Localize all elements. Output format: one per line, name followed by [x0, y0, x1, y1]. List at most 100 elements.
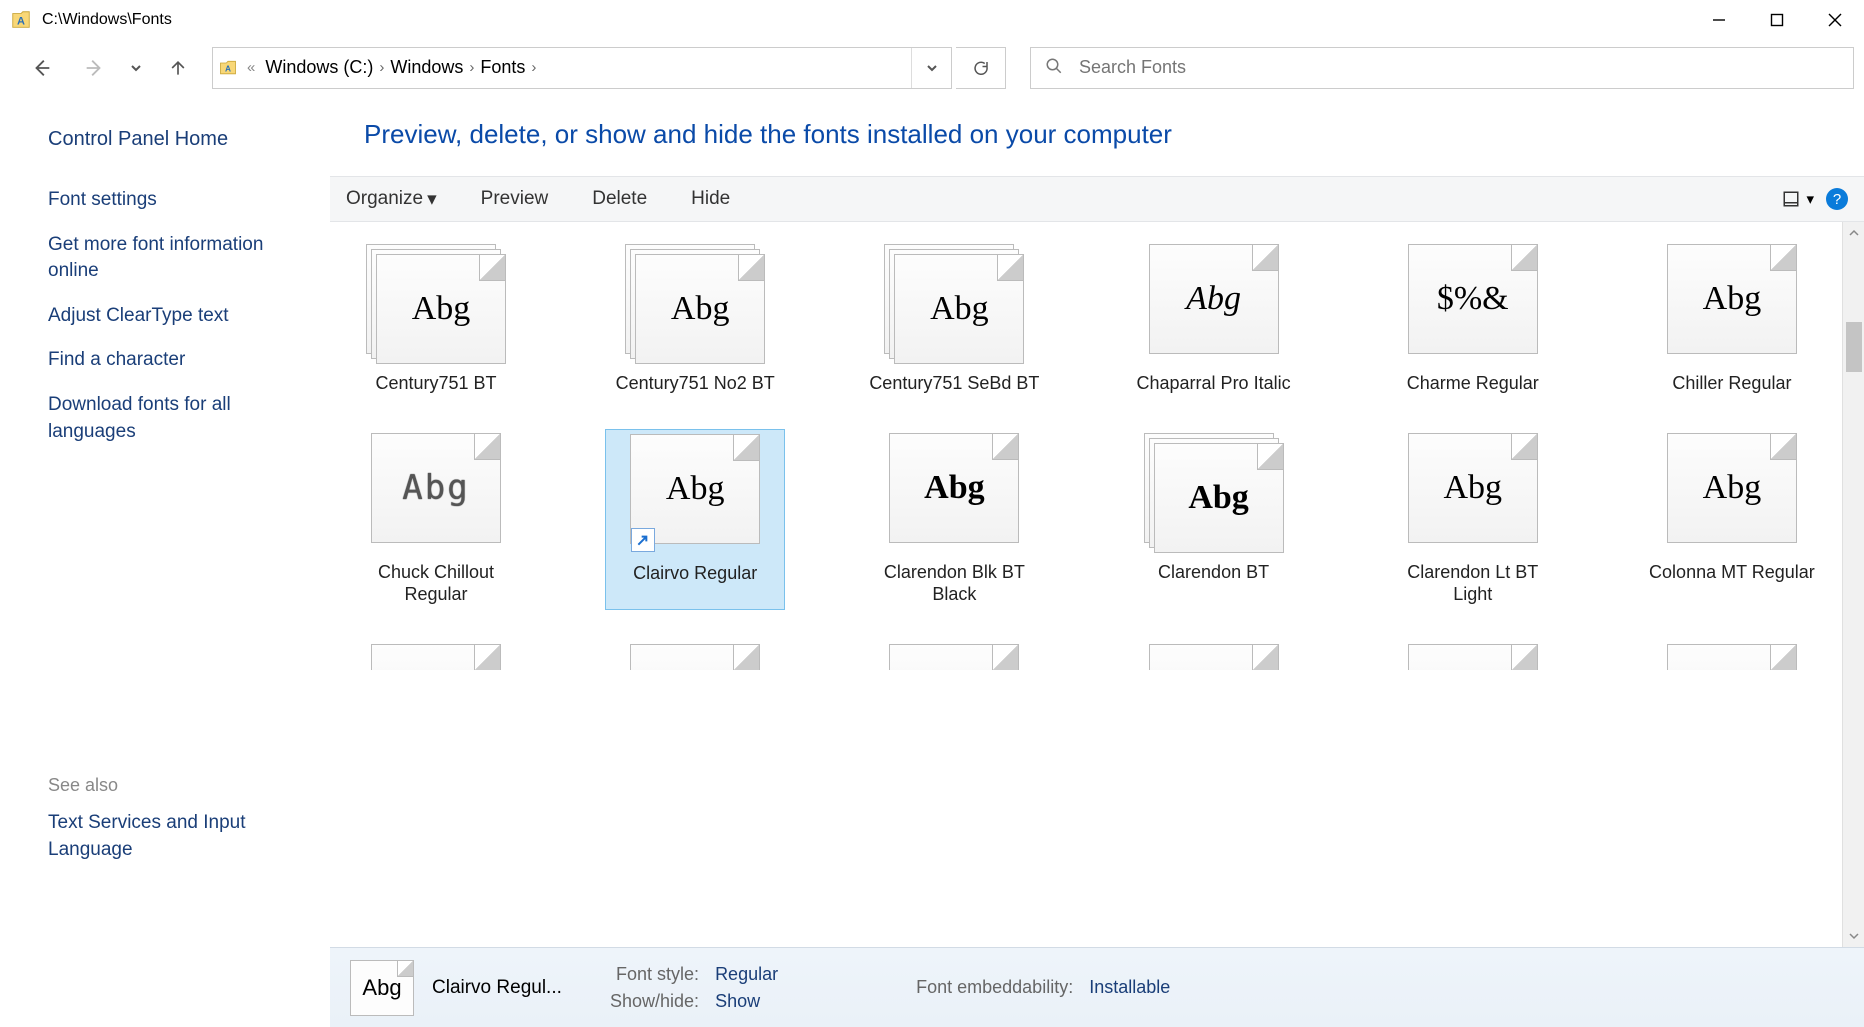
font-label: Charme Regular — [1407, 372, 1539, 395]
close-button[interactable] — [1806, 0, 1864, 40]
search-icon — [1045, 57, 1063, 79]
search-bar[interactable] — [1030, 47, 1854, 89]
see-also-link[interactable]: Text Services and Input Language — [48, 810, 310, 863]
font-label: Century751 SeBd BT — [869, 372, 1039, 395]
font-thumbnail: Abg — [1662, 433, 1802, 553]
delete-button[interactable]: Delete — [592, 188, 647, 210]
font-thumbnail: Abg — [884, 244, 1024, 364]
sidebar-link[interactable]: Adjust ClearType text — [48, 303, 310, 330]
breadcrumb-item[interactable]: Fonts — [474, 57, 531, 78]
scroll-up-button[interactable] — [1843, 222, 1864, 244]
font-thumbnail: Abg — [1144, 433, 1284, 553]
details-embed-value: Installable — [1089, 977, 1170, 998]
forward-button[interactable] — [70, 44, 118, 92]
font-thumbnail: Abg — [366, 433, 506, 553]
font-item[interactable]: Abg Chuck Chillout Regular — [346, 429, 526, 610]
details-pane: Abg Clairvo Regul... Font style: Regular… — [330, 947, 1864, 1027]
details-showhide-value: Show — [715, 991, 778, 1012]
font-thumbnail: Abg — [884, 433, 1024, 553]
font-label: Century751 No2 BT — [616, 372, 775, 395]
font-thumbnail: Abg — [625, 244, 765, 364]
font-item-partial[interactable] — [1124, 640, 1304, 670]
navigation-row: A « Windows (C:) › Windows › Fonts › — [0, 40, 1864, 95]
font-item-partial[interactable] — [1642, 640, 1822, 670]
font-item[interactable]: $%& Charme Regular — [1383, 240, 1563, 399]
font-thumbnail: Abg — [1403, 433, 1543, 553]
maximize-button[interactable] — [1748, 0, 1806, 40]
font-item[interactable]: AbgCentury751 BT — [346, 240, 526, 399]
view-options-button[interactable]: ▾ — [1782, 190, 1814, 208]
sidebar-link[interactable]: Get more font information online — [48, 232, 310, 285]
font-label: Clairvo Regular — [633, 562, 757, 585]
app-icon: A — [10, 9, 32, 31]
minimize-button[interactable] — [1690, 0, 1748, 40]
font-label: Chiller Regular — [1672, 372, 1791, 395]
recent-locations-button[interactable] — [122, 44, 150, 92]
breadcrumb-overflow[interactable]: « — [247, 59, 255, 76]
back-button[interactable] — [18, 44, 66, 92]
organize-button[interactable]: Organize▾ — [346, 188, 437, 211]
refresh-button[interactable] — [956, 47, 1006, 89]
font-label: Chaparral Pro Italic — [1137, 372, 1291, 395]
font-item[interactable]: Abg Century751 No2 BT — [605, 240, 785, 399]
font-thumbnail: Abg — [1144, 244, 1284, 364]
control-panel-home-link[interactable]: Control Panel Home — [48, 125, 310, 153]
font-item[interactable]: Abg Clarendon Lt BT Light — [1383, 429, 1563, 610]
font-item-partial[interactable] — [1383, 640, 1563, 670]
see-also-label: See also — [48, 775, 310, 796]
sidebar-link[interactable]: Font settings — [48, 187, 310, 214]
font-thumbnail: Abg — [625, 434, 765, 554]
hide-button[interactable]: Hide — [691, 188, 730, 210]
search-input[interactable] — [1079, 57, 1839, 78]
font-label: Clarendon Blk BT Black — [868, 561, 1040, 606]
chevron-right-icon[interactable]: › — [531, 59, 536, 76]
details-thumbnail: Abg — [350, 960, 414, 1016]
font-item[interactable]: Abg Chaparral Pro Italic — [1124, 240, 1304, 399]
svg-text:A: A — [17, 16, 25, 28]
font-label: Colonna MT Regular — [1649, 561, 1815, 584]
fonts-grid: AbgCentury751 BT Abg Century751 No2 BT Abg C… — [330, 222, 1838, 688]
font-item-partial[interactable] — [346, 640, 526, 670]
preview-button[interactable]: Preview — [481, 188, 549, 210]
folder-icon: A — [213, 58, 243, 78]
font-item[interactable]: Abg Clarendon BT — [1124, 429, 1304, 610]
font-item-partial[interactable] — [864, 640, 1044, 670]
scroll-thumb[interactable] — [1846, 322, 1862, 372]
details-style-value: Regular — [715, 964, 778, 985]
font-label: Clarendon Lt BT Light — [1387, 561, 1559, 606]
font-item[interactable]: Abg Clarendon Blk BT Black — [864, 429, 1044, 610]
svg-text:A: A — [225, 63, 231, 73]
window-title: C:\Windows\Fonts — [42, 11, 172, 29]
font-label: Chuck Chillout Regular — [350, 561, 522, 606]
titlebar: A C:\Windows\Fonts — [0, 0, 1864, 40]
scroll-down-button[interactable] — [1843, 925, 1864, 947]
font-item-partial[interactable] — [605, 640, 785, 670]
details-showhide-label: Show/hide: — [610, 991, 699, 1012]
sidebar: Control Panel Home Font settings Get mor… — [0, 95, 330, 1027]
font-thumbnail: $%& — [1403, 244, 1543, 364]
shortcut-icon — [631, 528, 655, 552]
main-panel: Preview, delete, or show and hide the fo… — [330, 95, 1864, 1027]
toolbar: Organize▾ Preview Delete Hide ▾ ? — [330, 176, 1864, 222]
address-bar[interactable]: A « Windows (C:) › Windows › Fonts › — [212, 47, 952, 89]
address-dropdown-button[interactable] — [911, 48, 951, 88]
font-item[interactable]: Abg Clairvo Regular — [605, 429, 785, 610]
page-heading: Preview, delete, or show and hide the fo… — [364, 119, 1864, 150]
font-label: Clarendon BT — [1158, 561, 1269, 584]
details-style-label: Font style: — [610, 964, 699, 985]
font-item[interactable]: Abg Chiller Regular — [1642, 240, 1822, 399]
breadcrumb-item[interactable]: Windows — [384, 57, 469, 78]
vertical-scrollbar[interactable] — [1842, 222, 1864, 947]
chevron-down-icon: ▾ — [427, 188, 437, 211]
sidebar-link[interactable]: Find a character — [48, 347, 310, 374]
up-button[interactable] — [154, 44, 202, 92]
breadcrumb-item[interactable]: Windows (C:) — [259, 57, 379, 78]
font-item[interactable]: Abg Century751 SeBd BT — [864, 240, 1044, 399]
details-name: Clairvo Regul... — [432, 977, 592, 999]
sidebar-link[interactable]: Download fonts for all languages — [48, 392, 310, 445]
font-item[interactable]: Abg Colonna MT Regular — [1642, 429, 1822, 610]
chevron-down-icon: ▾ — [1806, 190, 1814, 208]
help-button[interactable]: ? — [1826, 188, 1848, 210]
details-embed-label: Font embeddability: — [916, 977, 1073, 998]
font-thumbnail: Abg — [1662, 244, 1802, 364]
